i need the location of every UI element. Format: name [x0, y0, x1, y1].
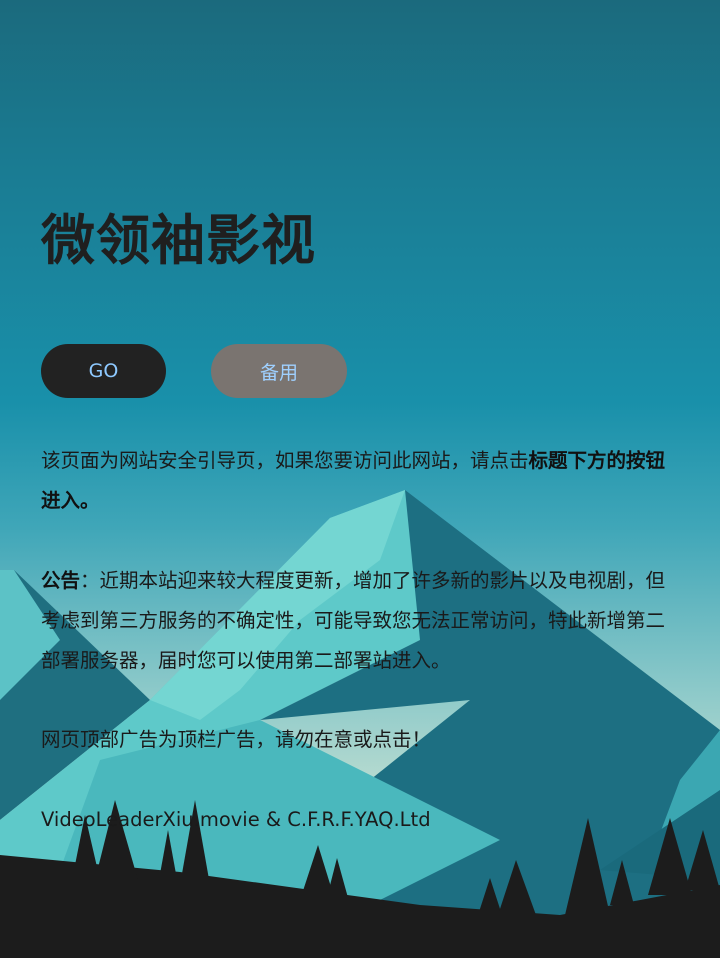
page-title: 微领袖影视 [41, 209, 316, 272]
footer-credits: VideoLeaderXiu.movie & C.F.R.F.YAQ.Ltd [41, 808, 431, 831]
announcement-paragraph: 公告：近期本站迎来较大程度更新，增加了许多新的影片以及电视剧，但考虑到第三方服务… [41, 561, 679, 681]
ad-warning-text: 网页顶部广告为顶栏广告，请勿在意或点击！ [41, 728, 432, 751]
announcement-label: 公告 [41, 569, 81, 592]
intro-text: 该页面为网站安全引导页，如果您要访问此网站，请点击 [41, 449, 529, 472]
intro-paragraph: 该页面为网站安全引导页，如果您要访问此网站，请点击标题下方的按钮进入。 [41, 441, 679, 521]
announcement-text: ：近期本站迎来较大程度更新，增加了许多新的影片以及电视剧，但考虑到第三方服务的不… [41, 569, 666, 672]
go-button[interactable]: GO [41, 344, 166, 398]
backup-button[interactable]: 备用 [211, 344, 347, 398]
